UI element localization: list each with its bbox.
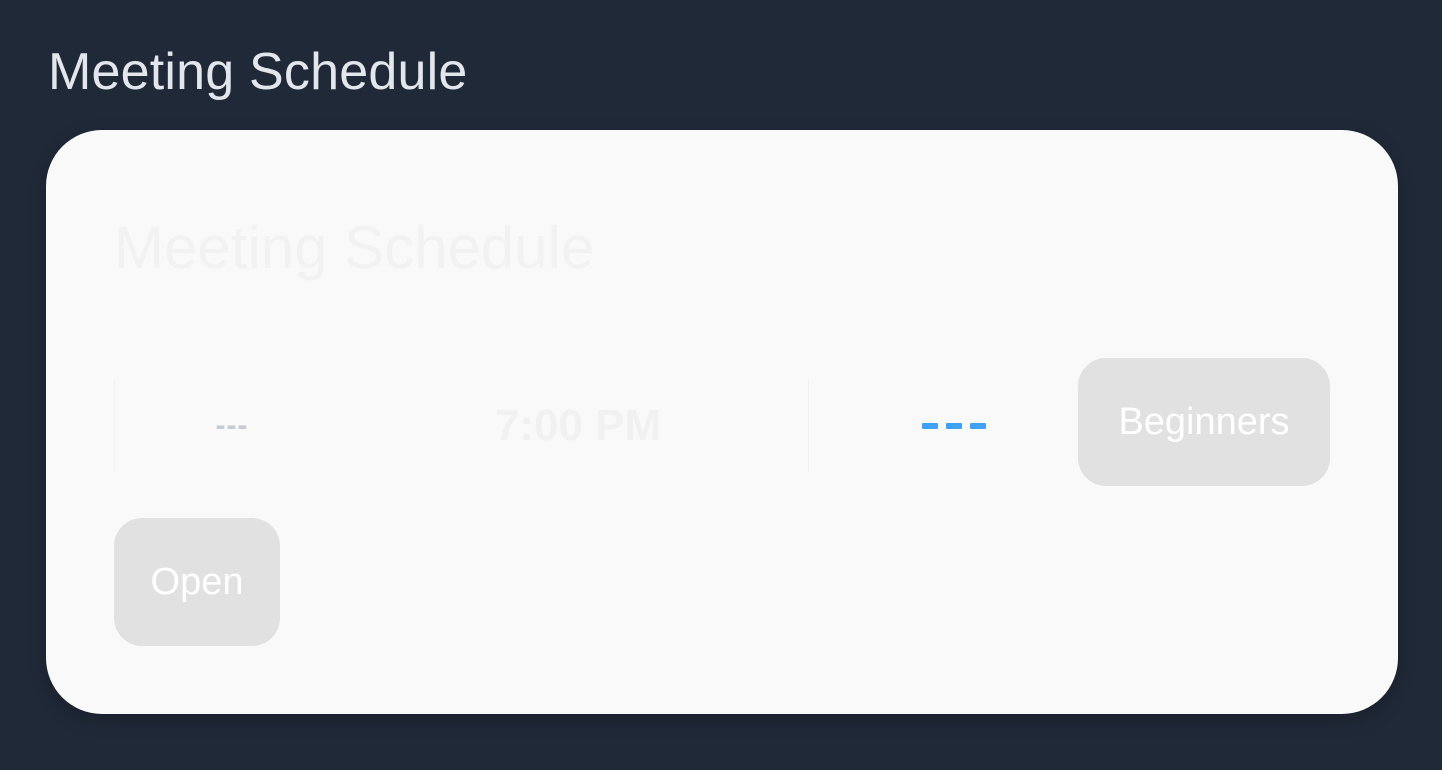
meeting-card: Meeting Schedule --- 7:00 PM Beginners O… — [46, 130, 1398, 714]
beginners-tag[interactable]: Beginners — [1078, 358, 1330, 486]
card-title: Meeting Schedule — [114, 214, 595, 281]
status-cell — [808, 380, 1100, 472]
meeting-time: 7:00 PM — [494, 401, 662, 450]
page-title: Meeting Schedule — [48, 43, 468, 101]
dashes-icon — [922, 423, 986, 429]
open-tag[interactable]: Open — [114, 518, 280, 646]
meeting-date: --- — [215, 409, 249, 442]
date-cell: --- — [114, 380, 350, 472]
time-cell: 7:00 PM — [350, 380, 806, 472]
